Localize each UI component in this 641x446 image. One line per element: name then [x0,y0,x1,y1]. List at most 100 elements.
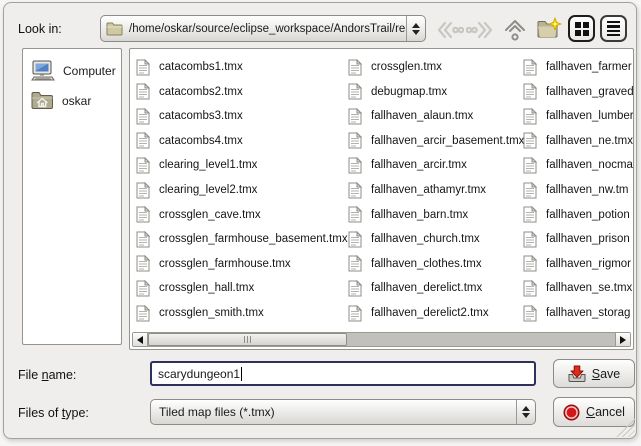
file-name-label: fallhaven_derelict2.tmx [371,307,489,319]
look-in-label: Look in: [18,22,62,36]
file-item[interactable]: fallhaven_derelict.tmx [348,278,482,298]
file-item[interactable]: fallhaven_rigmor [523,254,631,274]
scroll-left-icon[interactable] [133,333,148,346]
file-name-label: fallhaven_derelict.tmx [371,282,482,294]
file-item[interactable]: fallhaven_storag [523,303,630,323]
file-item[interactable]: fallhaven_ne.tmx [523,131,633,151]
sidebar-item-home[interactable]: oskar [23,86,121,115]
file-name-label: fallhaven_lumber [546,110,633,122]
file-item[interactable]: fallhaven_barn.tmx [348,205,468,225]
type-combo-spinner-icon[interactable] [516,400,535,424]
file-name-label: fallhaven_nocma [546,159,633,171]
file-item[interactable]: fallhaven_derelict2.tmx [348,303,489,323]
file-name-label: debugmap.tmx [371,86,447,98]
file-item[interactable]: crossglen.tmx [348,57,442,77]
file-icon [523,108,537,125]
file-icon [348,305,362,322]
file-item[interactable]: crossglen_farmhouse_basement.tmx [136,229,348,249]
file-name-label: fallhaven_nw.tm [546,184,628,196]
computer-icon [31,60,55,81]
file-icon [136,280,150,297]
sidebar-item-computer[interactable]: Computer [23,55,121,86]
folder-icon [106,22,123,36]
grid-view-icon[interactable] [568,15,595,42]
file-icon [136,132,150,149]
file-icon [136,305,150,322]
file-icon [348,206,362,223]
file-icon [348,231,362,248]
file-item[interactable]: catacombs1.tmx [136,57,243,77]
file-item[interactable]: fallhaven_lumber [523,106,633,126]
new-folder-icon[interactable] [535,15,563,42]
file-icon [523,206,537,223]
file-item[interactable]: catacombs4.tmx [136,131,243,151]
file-name-input[interactable]: scarydungeon1 [150,361,536,386]
up-folder-icon[interactable] [501,16,529,43]
file-item[interactable]: fallhaven_arcir.tmx [348,155,467,175]
file-item[interactable]: catacombs3.tmx [136,106,243,126]
file-item[interactable]: crossglen_farmhouse.tmx [136,254,291,274]
files-of-type-label: Files of type: [18,406,89,420]
file-icon [136,255,150,272]
file-name-label: catacombs2.tmx [159,86,243,98]
scrollbar-thumb[interactable] [148,333,347,346]
file-icon [348,182,362,199]
scroll-right-icon[interactable] [615,333,630,346]
sidebar-item-label: oskar [62,94,91,108]
file-name-label: fallhaven_farmer [546,61,632,73]
file-icon [136,231,150,248]
file-name-label: fallhaven_clothes.tmx [371,258,482,270]
file-item[interactable]: fallhaven_farmer [523,57,632,77]
file-name-label: crossglen_hall.tmx [159,282,254,294]
file-item[interactable]: fallhaven_nocma [523,155,633,175]
file-type-combobox[interactable]: Tiled map files (*.tmx) [150,399,536,425]
file-item[interactable]: fallhaven_potion [523,205,630,225]
file-name-label: fallhaven_athamyr.tmx [371,184,486,196]
file-name-label: clearing_level1.tmx [159,159,257,171]
file-item[interactable]: fallhaven_clothes.tmx [348,254,482,274]
file-icon [523,157,537,174]
file-icon [523,255,537,272]
file-icon [136,157,150,174]
file-item[interactable]: debugmap.tmx [348,82,447,102]
file-item[interactable]: fallhaven_se.tmx [523,278,632,298]
file-list-pane: catacombs1.tmx catacombs2.tmx catacombs3… [129,48,634,350]
file-icon [348,59,362,76]
file-name-label: fallhaven_graved [546,86,633,98]
file-item[interactable]: fallhaven_athamyr.tmx [348,180,486,200]
file-name-label: crossglen_farmhouse.tmx [159,258,291,270]
file-item[interactable]: crossglen_hall.tmx [136,278,254,298]
file-item[interactable]: catacombs2.tmx [136,82,243,102]
file-name-label: fallhaven_storag [546,307,630,319]
file-item[interactable]: fallhaven_graved [523,82,633,102]
file-name-label: crossglen.tmx [371,61,442,73]
save-button[interactable]: Save [553,359,635,388]
file-icon [136,182,150,199]
file-name-label: crossglen_cave.tmx [159,209,261,221]
file-name-value: scarydungeon1 [158,367,240,381]
home-folder-icon [31,91,54,110]
back-icon[interactable] [436,16,464,43]
file-item[interactable]: clearing_level1.tmx [136,155,257,175]
save-dialog: Look in: /home/oskar/source/eclipse_work… [3,2,637,439]
file-item[interactable]: fallhaven_church.tmx [348,229,480,249]
file-item[interactable]: crossglen_cave.tmx [136,205,261,225]
file-name-label: fallhaven_ne.tmx [546,135,633,147]
horizontal-scrollbar[interactable] [132,332,631,347]
path-combo-spinner-icon[interactable] [406,16,425,41]
path-combobox[interactable]: /home/oskar/source/eclipse_workspace/And… [100,15,426,42]
list-view-icon[interactable] [600,15,627,42]
file-item[interactable]: fallhaven_prison [523,229,630,249]
file-item[interactable]: fallhaven_nw.tm [523,180,628,200]
file-item[interactable]: crossglen_smith.tmx [136,303,264,323]
file-icon [523,83,537,100]
cancel-button[interactable]: Cancel [553,397,635,427]
file-item[interactable]: clearing_level2.tmx [136,180,257,200]
file-name-label: fallhaven_alaun.tmx [371,110,473,122]
file-item[interactable]: fallhaven_alaun.tmx [348,106,473,126]
cancel-stop-icon [563,404,580,421]
file-item[interactable]: fallhaven_arcir_basement.tmx [348,131,524,151]
forward-icon[interactable] [466,16,494,43]
file-icon [348,83,362,100]
file-icon [523,59,537,76]
